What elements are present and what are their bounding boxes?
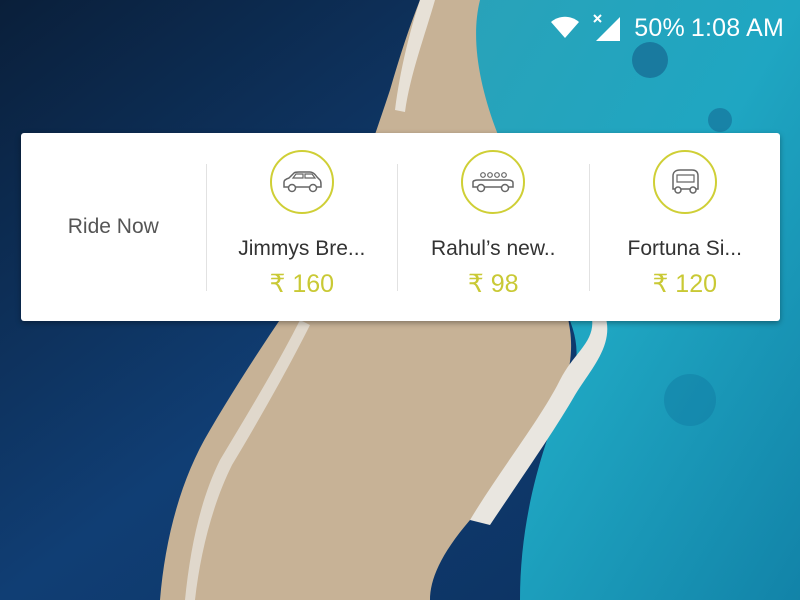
driver-name: Fortuna Si... xyxy=(627,237,742,260)
ride-options-card: Ride Now Jimmys Bre... ₹ 160 Rahul’s new… xyxy=(21,133,780,321)
ride-option-3[interactable]: Fortuna Si... ₹ 120 xyxy=(589,133,779,321)
fare-price: ₹ 160 xyxy=(269,270,335,298)
car-icon xyxy=(269,150,334,214)
driver-name: Rahul’s new.. xyxy=(430,237,556,260)
open-car-icon xyxy=(461,150,526,214)
clock: 1:08 AM xyxy=(690,13,784,42)
ride-now-label: Ride Now xyxy=(67,215,159,238)
wifi-icon xyxy=(550,16,580,40)
ride-option-2[interactable]: Rahul’s new.. ₹ 98 xyxy=(398,133,588,321)
battery-level: 50% xyxy=(634,13,685,42)
status-bar: 50% 1:08 AM xyxy=(500,0,800,56)
status-text: 50% 1:08 AM xyxy=(634,14,784,43)
cell-signal-icon xyxy=(592,13,622,43)
ride-option-1[interactable]: Jimmys Bre... ₹ 160 xyxy=(207,133,397,321)
driver-name: Jimmys Bre... xyxy=(238,237,366,260)
fare-price: ₹ 120 xyxy=(652,270,718,298)
auto-rickshaw-icon xyxy=(652,150,717,214)
fare-price: ₹ 98 xyxy=(467,270,519,298)
